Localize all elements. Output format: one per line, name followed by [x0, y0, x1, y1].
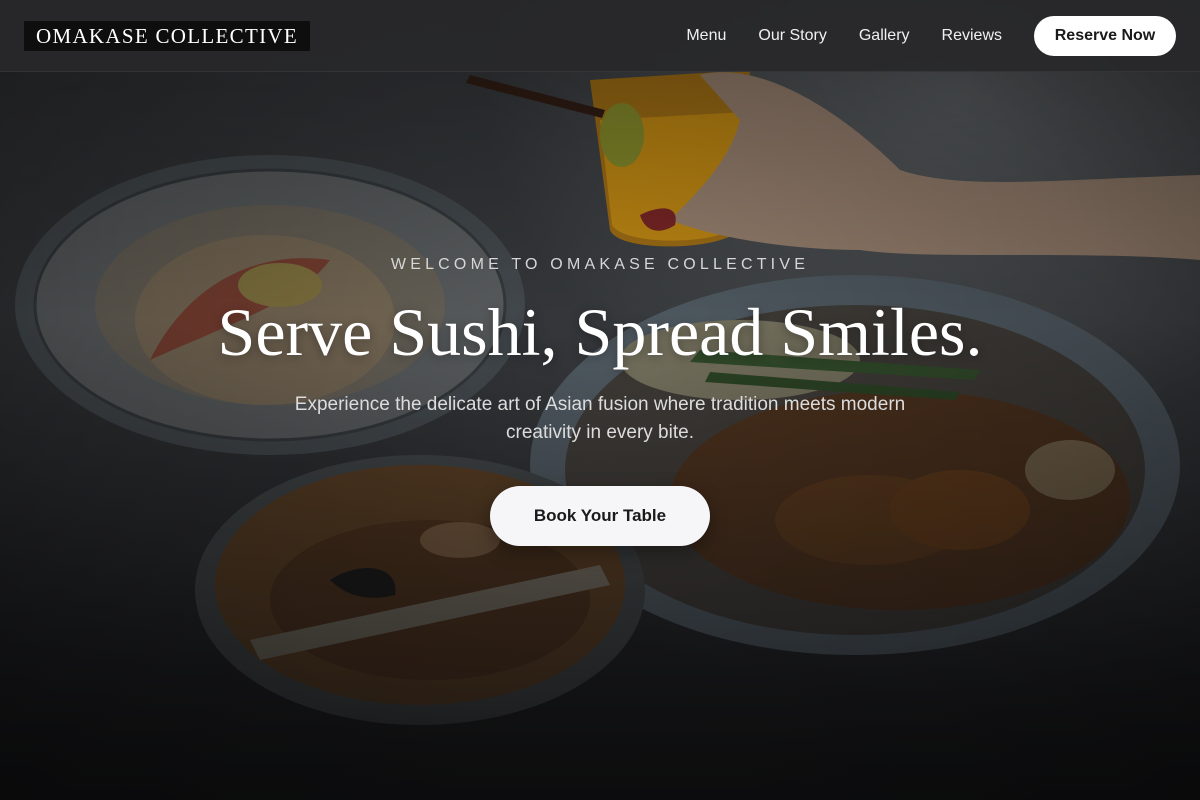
- nav-link-our-story[interactable]: Our Story: [758, 27, 826, 45]
- nav-right-group: Menu Our Story Gallery Reviews Reserve N…: [686, 15, 1176, 56]
- top-navigation-bar: OMAKASE COLLECTIVE Menu Our Story Galler…: [0, 0, 1200, 72]
- hero-eyebrow: WELCOME TO OMAKASE COLLECTIVE: [390, 256, 810, 273]
- reserve-now-button[interactable]: Reserve Now: [1034, 15, 1176, 56]
- nav-link-reviews[interactable]: Reviews: [942, 27, 1002, 45]
- book-your-table-button[interactable]: Book Your Table: [490, 486, 710, 546]
- hero-title: Serve Sushi, Spread Smiles.: [217, 294, 983, 370]
- nav-link-menu[interactable]: Menu: [686, 27, 726, 45]
- hero-subtitle: Experience the delicate art of Asian fus…: [294, 394, 906, 443]
- brand-logo[interactable]: OMAKASE COLLECTIVE: [24, 20, 310, 51]
- nav-links: Menu Our Story Gallery Reviews: [686, 27, 1002, 45]
- nav-link-gallery[interactable]: Gallery: [859, 27, 910, 45]
